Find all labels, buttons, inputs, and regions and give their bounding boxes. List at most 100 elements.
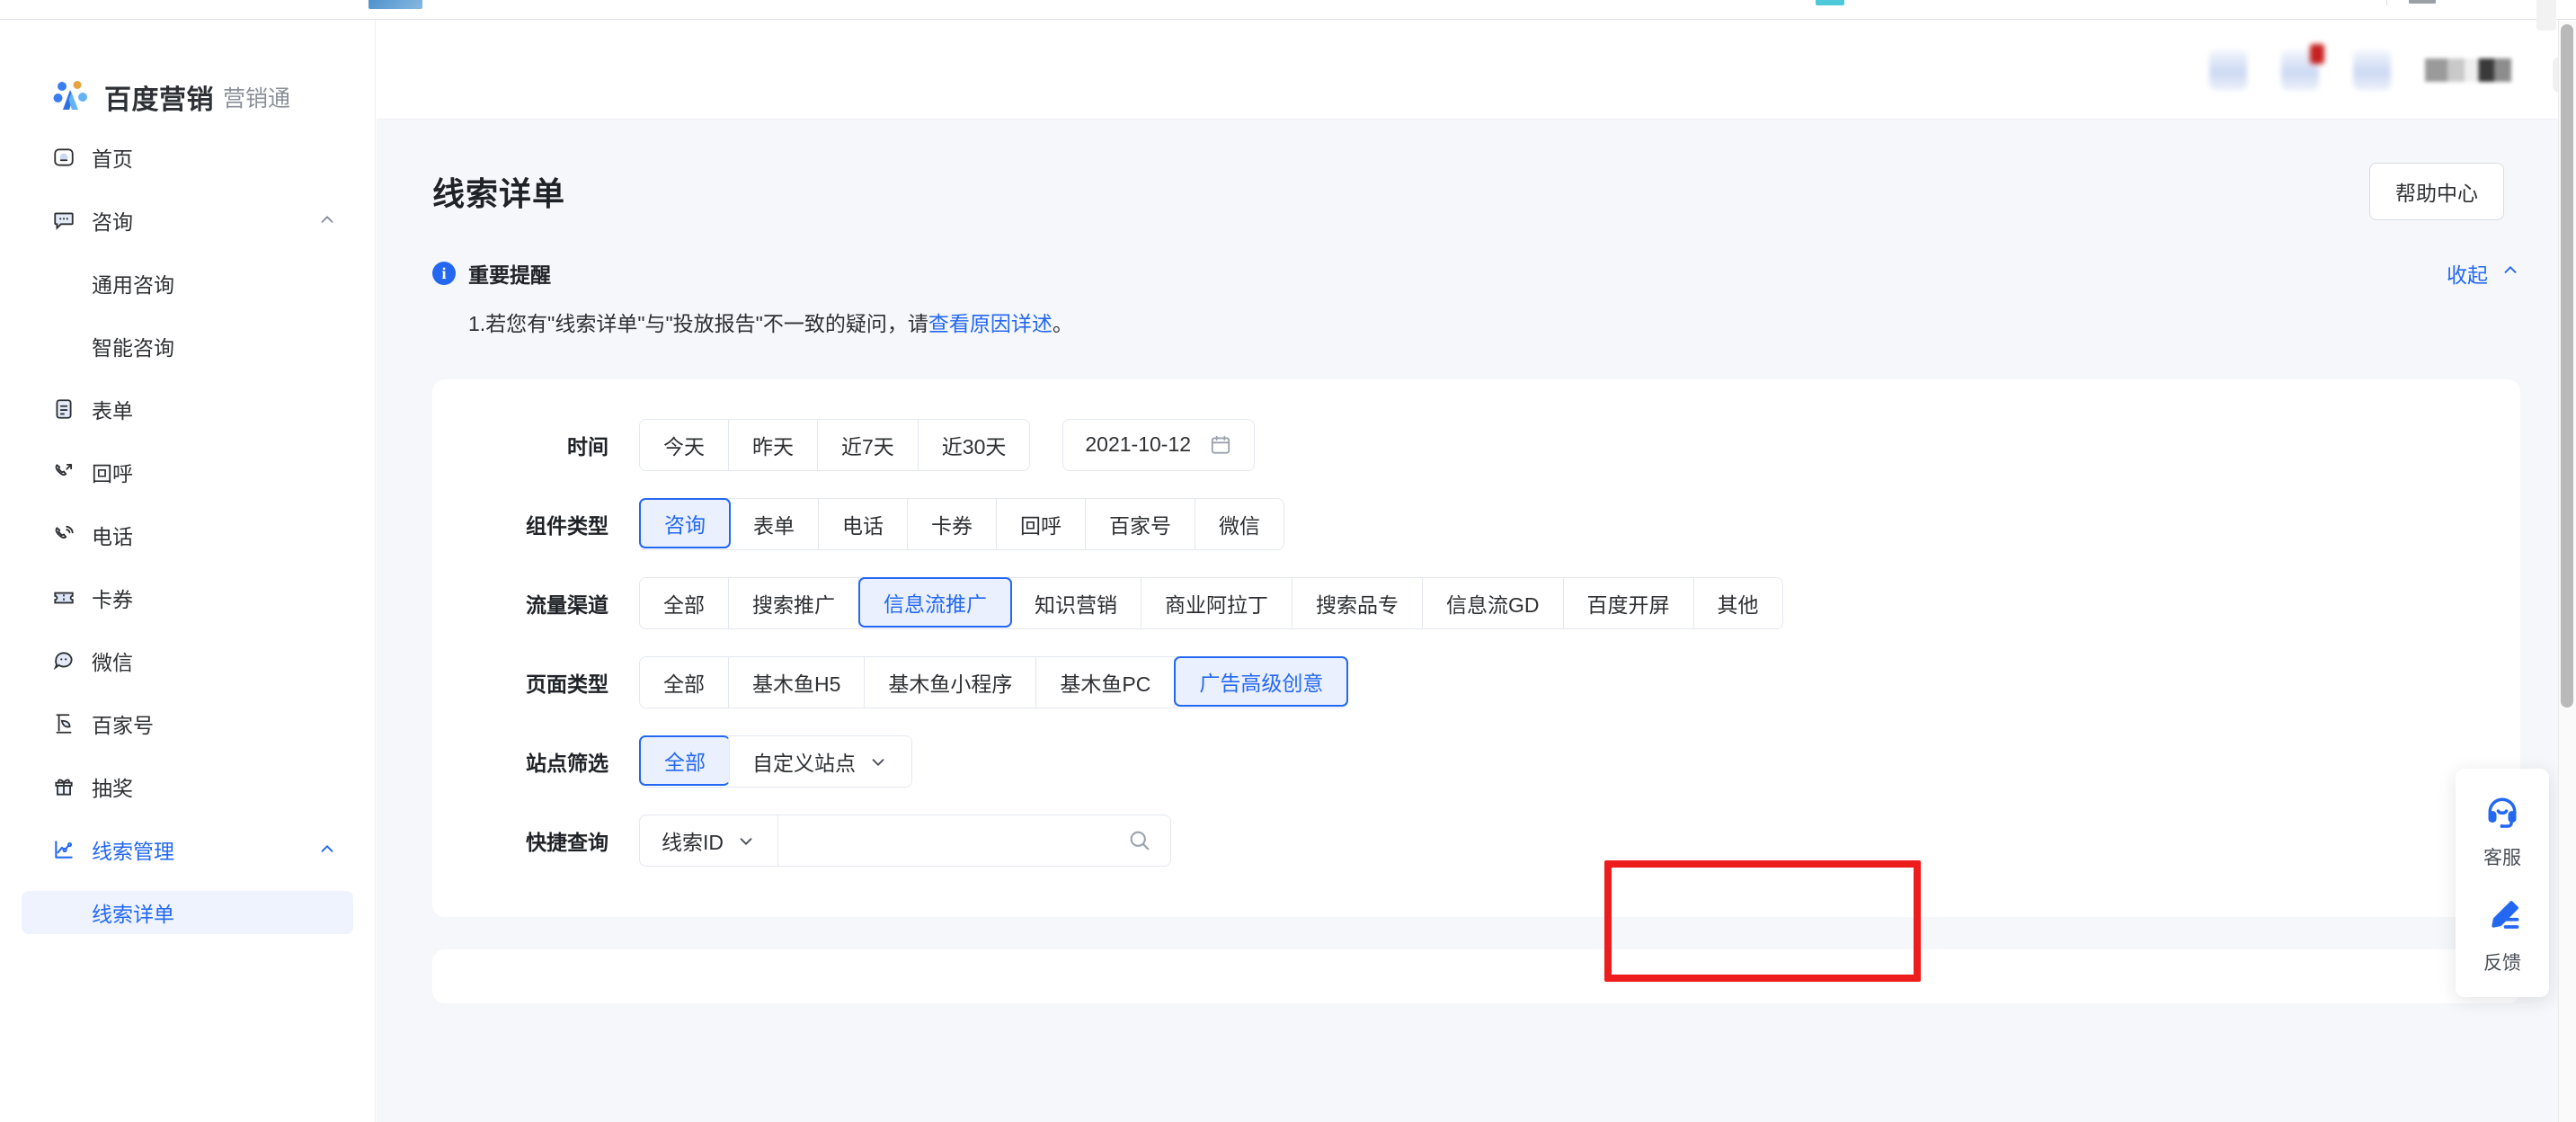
sidebar-item-home[interactable]: 首页 bbox=[22, 136, 353, 179]
traffic-channel-option-business-aladdin[interactable]: 商业阿拉丁 bbox=[1141, 578, 1292, 628]
sidebar-item-lottery[interactable]: 抽奖 bbox=[22, 765, 353, 808]
component-type-option-phone[interactable]: 电话 bbox=[819, 499, 908, 549]
sidebar-item-label: 微信 bbox=[92, 646, 133, 676]
sidebar-item-wechat[interactable]: 微信 bbox=[22, 639, 353, 682]
traffic-channel-option-splash[interactable]: 百度开屏 bbox=[1564, 578, 1694, 628]
time-option-today[interactable]: 今天 bbox=[640, 420, 729, 470]
quick-query-type-value: 线索ID bbox=[662, 825, 724, 856]
page-type-option-jimuyu-pc[interactable]: 基木鱼PC bbox=[1036, 657, 1175, 708]
quick-query-type-select[interactable]: 线索ID bbox=[640, 815, 778, 866]
sidebar-item-lead-detail[interactable]: 线索详单 bbox=[22, 891, 353, 934]
traffic-channel-option-all[interactable]: 全部 bbox=[640, 578, 729, 628]
chat-icon bbox=[52, 209, 76, 232]
page-scrollbar-track[interactable] bbox=[2558, 21, 2576, 1122]
sidebar-item-coupon[interactable]: 卡券 bbox=[22, 576, 353, 619]
chevron-up-icon[interactable] bbox=[317, 840, 337, 859]
site-filter-option-custom[interactable]: 自定义站点 bbox=[729, 736, 911, 787]
sidebar-item-label: 百家号 bbox=[92, 708, 154, 739]
customer-service-button[interactable]: 客服 bbox=[2456, 792, 2549, 870]
page-type-option-jimuyu-h5[interactable]: 基木鱼H5 bbox=[729, 657, 865, 708]
traffic-channel-option-other[interactable]: 其他 bbox=[1694, 578, 1782, 628]
topbar-icon-1[interactable] bbox=[2209, 49, 2247, 91]
browser-top-strip bbox=[0, 0, 2576, 20]
results-card-partial bbox=[432, 949, 2520, 1003]
pencil-edit-icon bbox=[2483, 897, 2522, 941]
topbar-icon-3[interactable] bbox=[2353, 49, 2391, 91]
component-type-segment: 咨询 表单 电话 卡券 回呼 百家号 微信 bbox=[639, 498, 1284, 550]
site-filter-segment: 全部 自定义站点 bbox=[639, 735, 912, 788]
sidebar-item-lead-management[interactable]: 线索管理 bbox=[22, 828, 353, 871]
baidu-marketing-logo-icon bbox=[52, 77, 92, 117]
page-type-option-jimuyu-miniprogram[interactable]: 基木鱼小程序 bbox=[865, 657, 1036, 708]
wechat-icon bbox=[52, 649, 76, 672]
filter-label-quick-query: 快捷查询 bbox=[432, 825, 639, 856]
site-filter-option-custom-label: 自定义站点 bbox=[752, 746, 856, 777]
sidebar-item-label: 卡券 bbox=[92, 583, 133, 613]
notice-text-suffix: 。 bbox=[1053, 312, 1073, 335]
time-option-yesterday[interactable]: 昨天 bbox=[729, 420, 818, 470]
traffic-channel-option-brandzone[interactable]: 搜索品专 bbox=[1292, 578, 1423, 628]
top-strip-chip-left bbox=[369, 0, 422, 9]
page-type-option-all[interactable]: 全部 bbox=[640, 657, 729, 708]
chevron-up-icon[interactable] bbox=[317, 210, 337, 230]
top-strip-chip-right bbox=[2409, 0, 2436, 4]
filter-label-site-filter: 站点筛选 bbox=[432, 746, 639, 777]
brand-logo-block[interactable]: 百度营销 营销通 bbox=[0, 21, 375, 129]
sidebar-item-general-consult[interactable]: 通用咨询 bbox=[22, 262, 353, 305]
account-name-masked[interactable] bbox=[2425, 58, 2511, 82]
component-type-option-consult[interactable]: 咨询 bbox=[639, 498, 731, 548]
sidebar-item-smart-consult[interactable]: 智能咨询 bbox=[22, 325, 353, 368]
component-type-option-wechat[interactable]: 微信 bbox=[1195, 499, 1284, 549]
quick-query-group: 线索ID bbox=[639, 815, 1171, 867]
notice-collapse-button[interactable]: 收起 bbox=[2447, 258, 2520, 289]
floating-support-widget: 客服 反馈 bbox=[2456, 769, 2549, 997]
feedback-button[interactable]: 反馈 bbox=[2456, 897, 2549, 975]
traffic-channel-option-feed-gd[interactable]: 信息流GD bbox=[1423, 578, 1564, 628]
page-type-option-ad-advanced-creative[interactable]: 广告高级创意 bbox=[1174, 656, 1348, 707]
traffic-channel-segment: 全部 搜索推广 信息流推广 知识营销 商业阿拉丁 搜索品专 信息流GD 百度开屏… bbox=[639, 577, 1783, 629]
time-option-last30days[interactable]: 近30天 bbox=[919, 420, 1030, 470]
sidebar-subitem-label: 线索详单 bbox=[92, 897, 174, 928]
notification-bell-icon[interactable] bbox=[2281, 49, 2319, 91]
filter-row-time: 时间 今天 昨天 近7天 近30天 2021-10-12 bbox=[432, 419, 2520, 471]
site-filter-option-all[interactable]: 全部 bbox=[639, 735, 730, 786]
page-content: 线索详单 帮助中心 i 重要提醒 收起 1.若您有"线索详单"与"投放报告"不一… bbox=[377, 120, 2576, 1122]
page-header: 线索详单 帮助中心 bbox=[377, 120, 2576, 220]
important-notice: i 重要提醒 收起 1.若您有"线索详单"与"投放报告"不一致的疑问，请查看原因… bbox=[432, 258, 2520, 340]
time-range-segment: 今天 昨天 近7天 近30天 bbox=[639, 419, 1030, 471]
component-type-option-coupon[interactable]: 卡券 bbox=[908, 499, 997, 549]
chevron-down-icon bbox=[868, 752, 888, 771]
sidebar-item-label: 电话 bbox=[92, 520, 133, 550]
traffic-channel-option-search-promo[interactable]: 搜索推广 bbox=[729, 578, 859, 628]
notice-title: 重要提醒 bbox=[468, 258, 551, 289]
sidebar-item-label: 咨询 bbox=[92, 205, 133, 236]
sidebar-item-form[interactable]: 表单 bbox=[22, 387, 353, 431]
date-picker[interactable]: 2021-10-12 bbox=[1062, 419, 1255, 471]
filter-card: 时间 今天 昨天 近7天 近30天 2021-10-12 bbox=[432, 379, 2520, 917]
notice-detail-link[interactable]: 查看原因详述 bbox=[928, 312, 1053, 335]
search-icon[interactable] bbox=[1118, 828, 1152, 853]
page-scrollbar-thumb[interactable] bbox=[2561, 24, 2573, 708]
sidebar-item-callback[interactable]: 回呼 bbox=[22, 450, 353, 494]
top-strip-chip-center bbox=[1816, 0, 1844, 5]
sidebar-item-baijiahao[interactable]: 百家号 bbox=[22, 702, 353, 745]
sidebar-subitem-label: 智能咨询 bbox=[92, 331, 174, 361]
filter-label-traffic-channel: 流量渠道 bbox=[432, 588, 639, 619]
phone-icon bbox=[52, 523, 76, 547]
sidebar-item-consult[interactable]: 咨询 bbox=[22, 199, 353, 242]
traffic-channel-option-feed-promo[interactable]: 信息流推广 bbox=[858, 577, 1012, 628]
top-strip-separator bbox=[2386, 0, 2387, 5]
component-type-option-callback[interactable]: 回呼 bbox=[997, 499, 1086, 549]
filter-row-site-filter: 站点筛选 全部 自定义站点 bbox=[432, 735, 2520, 788]
component-type-option-baijiahao[interactable]: 百家号 bbox=[1086, 499, 1195, 549]
time-option-last7days[interactable]: 近7天 bbox=[818, 420, 919, 470]
sidebar-item-label: 线索管理 bbox=[92, 834, 174, 865]
search-input[interactable] bbox=[796, 828, 1118, 852]
home-icon bbox=[52, 146, 76, 169]
component-type-option-form[interactable]: 表单 bbox=[730, 499, 819, 549]
chevron-down-icon bbox=[736, 831, 756, 850]
notice-header: i 重要提醒 收起 bbox=[432, 258, 2520, 289]
traffic-channel-option-knowledge-marketing[interactable]: 知识营销 bbox=[1011, 578, 1141, 628]
sidebar-item-phone[interactable]: 电话 bbox=[22, 513, 353, 557]
help-center-button[interactable]: 帮助中心 bbox=[2369, 163, 2504, 220]
